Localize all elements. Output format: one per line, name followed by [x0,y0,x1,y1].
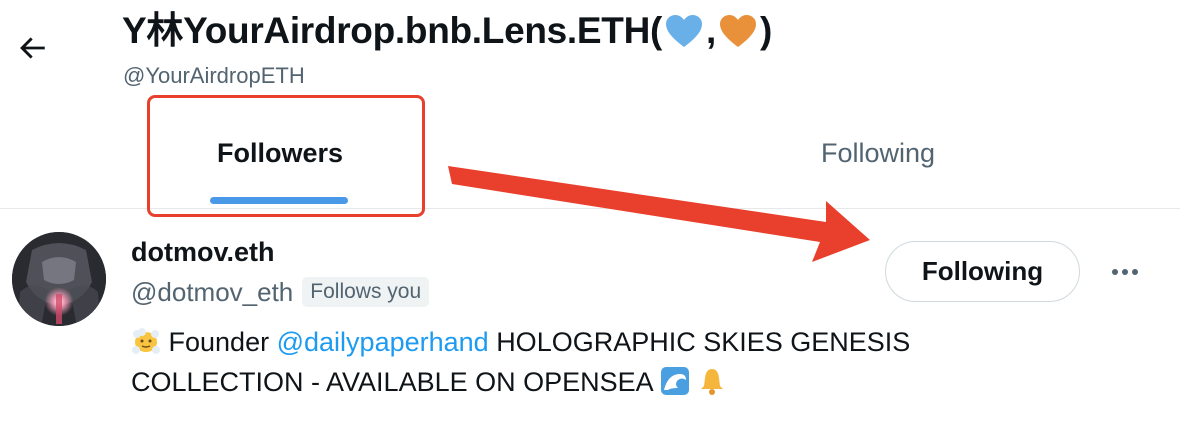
title-suffix: ) [760,10,773,51]
wave-icon [660,366,690,396]
arrow-left-icon [20,37,45,59]
bio-mention-link[interactable]: @dailypaperhand [277,327,489,357]
followers-page: Y林YourAirdrop.bnb.Lens.ETH( , ) @YourAir… [0,0,1180,448]
user-handle-row: @dotmov_eth Follows you [131,276,430,308]
tab-following[interactable]: Following [748,98,1008,208]
profile-handle: @YourAirdropETH [123,63,305,88]
title-comma: , [706,10,717,51]
more-options-button[interactable] [1102,252,1148,292]
avatar[interactable] [12,232,106,326]
profile-title: Y林YourAirdrop.bnb.Lens.ETH( , ) [122,6,772,56]
avatar-image [12,232,106,326]
user-bio: Founder @dailypaperhand HOLOGRAPHIC SKIE… [131,322,1031,402]
back-button[interactable] [6,22,58,74]
title-text: Y林YourAirdrop.bnb.Lens.ETH( [122,10,663,51]
tab-bar: Followers Following [0,98,1180,209]
user-display-name[interactable]: dotmov.eth [131,235,275,269]
blue-heart-icon [664,13,704,49]
following-button[interactable]: Following [885,241,1080,302]
bio-text-founder: Founder [168,327,270,357]
tab-followers[interactable]: Followers [150,98,410,208]
follows-you-badge: Follows you [302,277,430,307]
user-handle[interactable]: @dotmov_eth [131,276,293,308]
orange-heart-icon [718,13,758,49]
bell-icon [697,366,727,396]
active-tab-indicator [210,197,348,204]
more-horizontal-icon [1112,269,1138,275]
face-in-clouds-icon [131,326,161,356]
